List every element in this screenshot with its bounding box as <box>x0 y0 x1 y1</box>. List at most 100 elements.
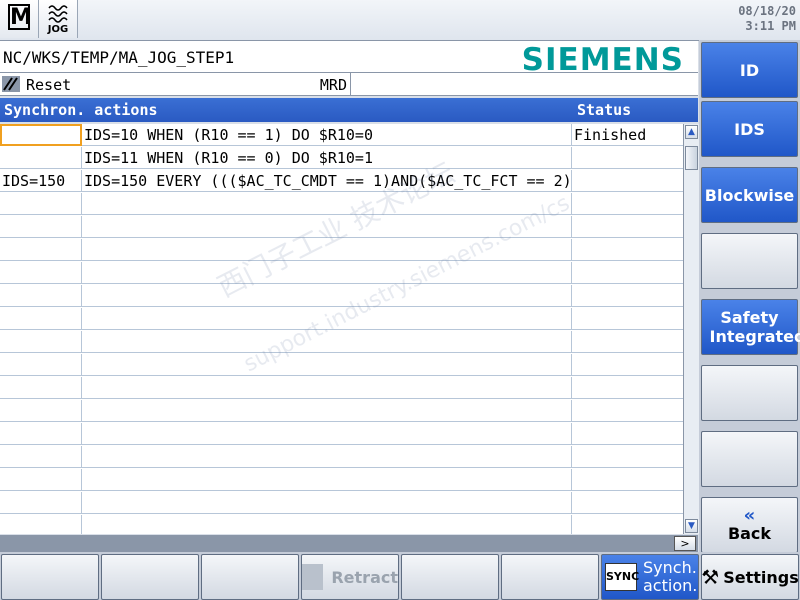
empty-row[interactable] <box>0 515 683 534</box>
empty-row[interactable] <box>0 331 683 353</box>
table-row[interactable]: IDS=150 IDS=150 EVERY ((($AC_TC_CMDT == … <box>0 170 683 192</box>
settings-icon: ⚒ <box>701 565 720 589</box>
softkey-blockwise[interactable]: Blockwise <box>701 167 798 223</box>
softkey-h1[interactable] <box>1 554 99 600</box>
softkey-ids[interactable]: IDS <box>701 101 798 157</box>
empty-row[interactable] <box>0 308 683 330</box>
empty-cell <box>82 308 572 330</box>
reset-icon <box>2 76 20 92</box>
horizontal-softkey-bar: Retract SYNC Synch. action. ⚒ Settings <box>0 552 800 600</box>
vertical-scrollbar[interactable]: ▲ ▼ <box>683 124 699 534</box>
program-state-label: MRD <box>319 76 347 94</box>
empty-row[interactable] <box>0 377 683 399</box>
empty-cell <box>0 193 82 215</box>
scroll-thumb[interactable] <box>685 146 698 170</box>
softkey-synch-label: Synch. action. <box>643 558 698 595</box>
softkey-empty-7[interactable] <box>701 431 798 487</box>
softkey-ids-label: IDS <box>734 119 765 139</box>
scroll-up-icon[interactable]: ▲ <box>685 125 698 139</box>
empty-row[interactable] <box>0 193 683 215</box>
empty-cell <box>82 469 572 491</box>
status-cell: Finished <box>574 126 647 144</box>
id-cell[interactable] <box>0 124 82 146</box>
empty-cell <box>0 239 82 261</box>
empty-cell <box>82 193 572 215</box>
empty-cell <box>0 515 82 534</box>
softkey-safety-label: Safety Integrated <box>709 308 800 346</box>
empty-cell <box>82 423 572 445</box>
softkey-retract-label: Retract <box>331 567 398 587</box>
table-row[interactable]: IDS=10 WHEN (R10 == 1) DO $R10=0 Finishe… <box>0 124 683 146</box>
program-path: NC/WKS/TEMP/MA_JOG_STEP1 <box>3 48 235 67</box>
empty-cell <box>0 423 82 445</box>
empty-row[interactable] <box>0 400 683 422</box>
top-header: M JOG 08/18/20 3:11 PM <box>0 0 800 41</box>
scroll-right-icon[interactable]: > <box>674 536 696 551</box>
empty-cell <box>0 331 82 353</box>
empty-cell <box>82 377 572 399</box>
date-text: 08/18/20 <box>738 4 796 18</box>
softkey-back-label: Back <box>727 523 772 543</box>
empty-row[interactable] <box>0 469 683 491</box>
jog-wave-icon <box>48 5 68 23</box>
status-cell <box>572 147 683 169</box>
table-row[interactable]: IDS=11 WHEN (R10 == 0) DO $R10=1 <box>0 147 683 169</box>
softkey-h3[interactable] <box>201 554 299 600</box>
empty-cell <box>82 262 572 284</box>
machine-mode-letter: M <box>8 4 32 30</box>
empty-cell <box>0 446 82 468</box>
program-path-bar: NC/WKS/TEMP/MA_JOG_STEP1 SIEMENS <box>0 41 698 78</box>
empty-cell <box>82 216 572 238</box>
softkey-id-label: ID <box>739 60 760 80</box>
empty-row[interactable] <box>0 239 683 261</box>
softkey-empty-4[interactable] <box>701 233 798 289</box>
empty-row[interactable] <box>0 262 683 284</box>
empty-cell <box>0 469 82 491</box>
channel-status-bar: Reset MRD <box>0 73 698 96</box>
empty-cell <box>0 308 82 330</box>
action-cell[interactable]: IDS=10 WHEN (R10 == 1) DO $R10=0 <box>82 124 572 146</box>
horizontal-scrollbar[interactable]: > <box>0 535 698 552</box>
empty-row[interactable] <box>0 423 683 445</box>
empty-cell <box>82 515 572 534</box>
empty-cell <box>82 331 572 353</box>
action-cell[interactable]: IDS=11 WHEN (R10 == 0) DO $R10=1 <box>82 147 572 169</box>
softkey-h5[interactable] <box>401 554 499 600</box>
softkey-settings[interactable]: ⚒ Settings <box>701 554 799 600</box>
scroll-down-icon[interactable]: ▼ <box>685 519 698 533</box>
table-header: Synchron. actions Status <box>0 98 698 122</box>
softkey-retract[interactable]: Retract <box>301 554 399 600</box>
empty-cell <box>0 354 82 376</box>
empty-row[interactable] <box>0 354 683 376</box>
action-cell[interactable]: IDS=150 EVERY ((($AC_TC_CMDT == 1)AND($A… <box>82 170 572 192</box>
id-cell[interactable]: IDS=150 <box>0 170 82 192</box>
empty-row[interactable] <box>0 285 683 307</box>
softkey-back[interactable]: « Back <box>701 497 798 553</box>
empty-row[interactable] <box>0 216 683 238</box>
softkey-empty-6[interactable] <box>701 365 798 421</box>
channel-state-box: Reset MRD <box>0 73 351 95</box>
id-cell[interactable] <box>0 147 82 169</box>
status-cell <box>572 170 683 192</box>
empty-cell <box>82 239 572 261</box>
softkey-id[interactable]: ID <box>701 42 798 98</box>
jog-mode-icon[interactable]: JOG <box>39 0 78 38</box>
date-time: 08/18/20 3:11 PM <box>738 4 796 34</box>
empty-row[interactable] <box>0 446 683 468</box>
back-arrow-icon: « <box>743 504 756 526</box>
softkey-synch-action[interactable]: SYNC Synch. action. <box>601 554 699 600</box>
empty-cell <box>0 216 82 238</box>
empty-cell <box>0 262 82 284</box>
softkey-h6[interactable] <box>501 554 599 600</box>
softkey-h2[interactable] <box>101 554 199 600</box>
empty-cell <box>82 354 572 376</box>
softkey-blockwise-label: Blockwise <box>704 185 795 205</box>
empty-row[interactable] <box>0 492 683 514</box>
empty-cell <box>82 492 572 514</box>
sync-icon: SYNC <box>605 563 639 591</box>
softkey-safety-integrated[interactable]: Safety Integrated <box>701 299 800 355</box>
vertical-softkey-bar: ID IDS Blockwise Safety Integrated « Bac… <box>699 40 800 553</box>
machine-mode-icon[interactable]: M <box>0 0 39 38</box>
column-header-status: Status <box>577 101 632 119</box>
empty-cell <box>0 377 82 399</box>
